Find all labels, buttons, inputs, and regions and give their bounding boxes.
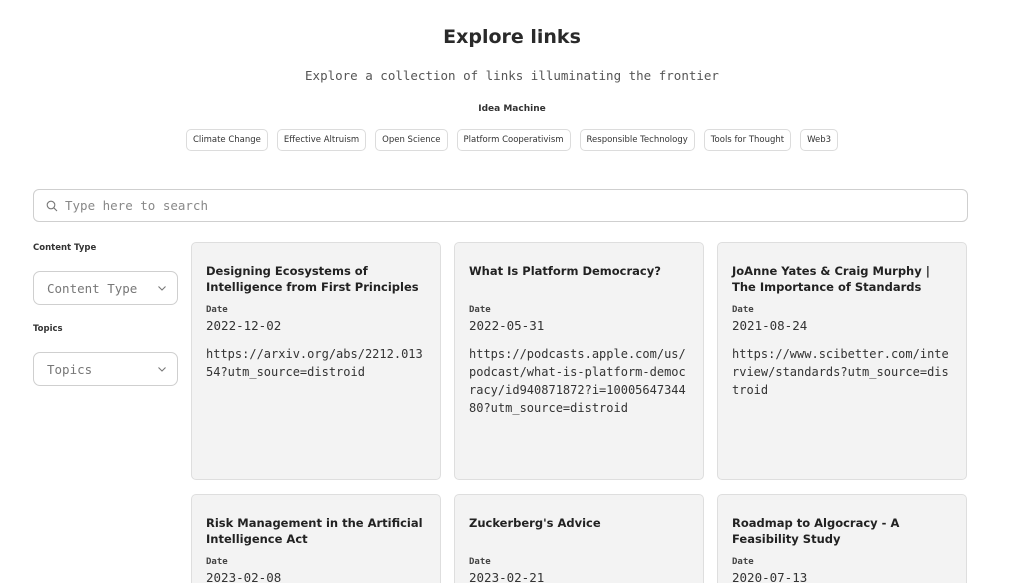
card-date-label: Date	[206, 557, 228, 567]
card-date-label: Date	[469, 557, 491, 567]
topics-label: Topics	[33, 324, 63, 334]
link-card[interactable]: Roadmap to Algocracy - A Feasibility Stu…	[717, 494, 967, 583]
tag-open-science[interactable]: Open Science	[375, 129, 448, 151]
card-title: What Is Platform Democracy?	[469, 264, 661, 278]
link-card[interactable]: Zuckerberg's Advice Date 2023-02-21	[454, 494, 704, 583]
card-date-label: Date	[469, 305, 491, 315]
card-date: 2023-02-08	[206, 570, 282, 583]
tag-web3[interactable]: Web3	[800, 129, 839, 151]
tag-list: Climate Change Effective Altruism Open S…	[120, 129, 904, 151]
search-input[interactable]	[65, 198, 945, 213]
card-title: Designing Ecosystems of Intelligence fro…	[206, 264, 419, 294]
link-card[interactable]: Risk Management in the Artificial Intell…	[191, 494, 441, 583]
card-date: 2022-12-02	[206, 318, 282, 333]
card-url[interactable]: https://www.scibetter.com/interview/stan…	[732, 345, 952, 399]
card-date-label: Date	[206, 305, 228, 315]
link-card[interactable]: Designing Ecosystems of Intelligence fro…	[191, 242, 441, 480]
tag-climate-change[interactable]: Climate Change	[185, 129, 268, 151]
card-title: Risk Management in the Artificial Intell…	[206, 516, 423, 546]
card-url[interactable]: https://podcasts.apple.com/us/podcast/wh…	[469, 345, 689, 417]
chevron-down-icon	[158, 367, 166, 372]
tag-responsible-technology[interactable]: Responsible Technology	[579, 129, 695, 151]
page-subtitle: Explore a collection of links illuminati…	[305, 68, 719, 83]
card-date: 2020-07-13	[732, 570, 808, 583]
card-date: 2021-08-24	[732, 318, 808, 333]
content-type-placeholder: Content Type	[47, 280, 138, 296]
search-icon	[46, 200, 58, 211]
card-title: JoAnne Yates & Craig Murphy | The Import…	[732, 264, 930, 294]
card-title: Zuckerberg's Advice	[469, 516, 601, 530]
tag-platform-cooperativism[interactable]: Platform Cooperativism	[456, 129, 571, 151]
card-date-label: Date	[732, 305, 754, 315]
tag-group-label: Idea Machine	[478, 104, 546, 114]
tag-tools-for-thought[interactable]: Tools for Thought	[703, 129, 792, 151]
topics-placeholder: Topics	[47, 361, 93, 377]
link-card[interactable]: What Is Platform Democracy? Date 2022-05…	[454, 242, 704, 480]
topics-select[interactable]: Topics	[33, 352, 178, 386]
chevron-down-icon	[158, 286, 166, 291]
content-type-select[interactable]: Content Type	[33, 271, 178, 305]
card-url[interactable]: https://arxiv.org/abs/2212.01354?utm_sou…	[206, 345, 426, 381]
tag-effective-altruism[interactable]: Effective Altruism	[276, 129, 367, 151]
card-date-label: Date	[732, 557, 754, 567]
page-title: Explore links	[443, 26, 581, 48]
link-card[interactable]: JoAnne Yates & Craig Murphy | The Import…	[717, 242, 967, 480]
card-date: 2022-05-31	[469, 318, 545, 333]
search-bar[interactable]	[33, 189, 968, 222]
card-date: 2023-02-21	[469, 570, 545, 583]
content-type-label: Content Type	[33, 243, 97, 253]
card-title: Roadmap to Algocracy - A Feasibility Stu…	[732, 516, 900, 546]
